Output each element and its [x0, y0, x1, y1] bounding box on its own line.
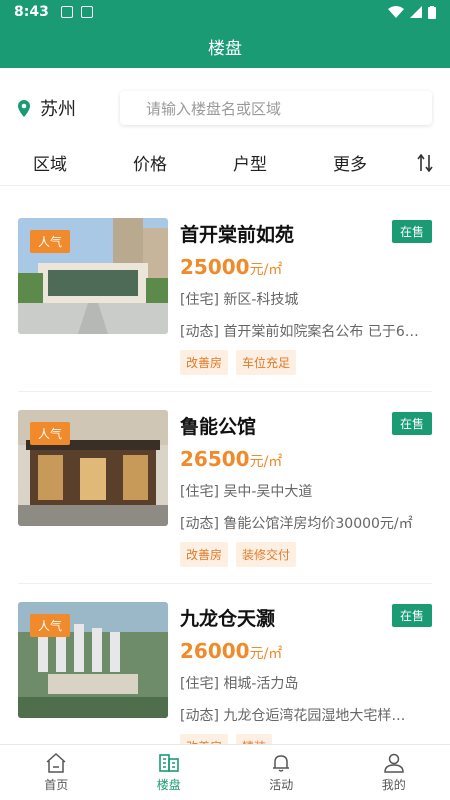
listing-news: [动态] 鲁能公馆洋房均价30000元/㎡ — [180, 516, 413, 532]
bell-icon — [273, 754, 290, 772]
city-name: 苏州 — [40, 99, 76, 120]
battery-icon — [428, 5, 436, 19]
price-value: 26500 — [180, 447, 250, 471]
listing-photo: 人气 — [18, 410, 168, 526]
nav-buildings-label: 楼盘 — [156, 777, 181, 792]
listing-card[interactable]: 人气 九龙仓天灏 在售 26000元/㎡ [住宅] 相城-活力岛 [动态] 九龙… — [18, 584, 432, 744]
nav-activities[interactable]: 活动 — [225, 745, 338, 800]
feature-tag: 车位充足 — [236, 350, 297, 375]
listing-price: 26000元/㎡ — [180, 639, 282, 663]
nav-home-label: 首页 — [44, 777, 69, 792]
listing-type-area: [住宅] 新区-科技城 — [180, 292, 299, 308]
listing-type-area: [住宅] 吴中-吴中大道 — [180, 484, 313, 500]
feature-tag: 改善房 — [180, 542, 229, 567]
listing-card[interactable]: 人气 首开棠前如苑 在售 25000元/㎡ [住宅] 新区-科技城 [动态] 首… — [18, 200, 432, 392]
listing-tags: 改善房 精装 — [180, 734, 273, 744]
listing-news: [动态] 九龙仓逅湾花园湿地大宅样… — [180, 708, 406, 724]
nav-home[interactable]: 首页 — [0, 745, 113, 800]
listing-photo: 人气 — [18, 602, 168, 718]
city-selector[interactable]: 苏州 — [18, 95, 106, 121]
feature-tag: 改善房 — [180, 350, 229, 375]
sale-status-badge: 在售 — [391, 220, 432, 243]
listing-photo: 人气 — [18, 218, 168, 334]
building-list-icon — [158, 753, 179, 772]
listing-name: 鲁能公馆 — [180, 416, 257, 438]
price-value: 26000 — [180, 639, 250, 663]
listing-tags: 改善房 车位充足 — [180, 350, 297, 375]
sort-arrows-icon — [417, 153, 433, 172]
signal-icon — [410, 6, 422, 18]
filter-more[interactable]: 更多 — [300, 150, 400, 175]
location-pin-icon — [18, 99, 30, 117]
home-icon — [46, 752, 66, 773]
filter-region[interactable]: 区域 — [0, 150, 100, 175]
filter-price[interactable]: 价格 — [100, 150, 200, 175]
listing-news: [动态] 首开棠前如院案名公布 已于6… — [180, 324, 419, 340]
page-title: 楼盘 — [208, 38, 242, 59]
price-value: 25000 — [180, 255, 250, 279]
price-unit: 元/㎡ — [249, 646, 283, 662]
app-notification-icon — [80, 6, 93, 18]
sale-status-badge: 在售 — [391, 604, 432, 627]
user-icon — [383, 753, 404, 773]
popular-badge: 人气 — [30, 230, 71, 253]
bottom-navigation: 首页 楼盘 活动 我的 — [0, 744, 450, 800]
listing-tags: 改善房 装修交付 — [180, 542, 297, 567]
popular-badge: 人气 — [30, 614, 71, 637]
nav-activities-label: 活动 — [269, 777, 294, 792]
listing-card[interactable]: 人气 鲁能公馆 在售 26500元/㎡ [住宅] 吴中-吴中大道 [动态] 鲁能… — [18, 392, 432, 584]
nav-profile[interactable]: 我的 — [338, 745, 450, 800]
status-time: 8:43 — [14, 4, 49, 20]
listing-price: 25000元/㎡ — [180, 255, 282, 279]
search-row: 苏州 请输入楼盘名或区域 — [0, 68, 450, 148]
nav-buildings[interactable]: 楼盘 — [113, 745, 226, 800]
filter-layout[interactable]: 户型 — [200, 150, 300, 175]
feature-tag: 精装 — [236, 734, 273, 744]
price-unit: 元/㎡ — [249, 262, 283, 278]
listing-name: 首开棠前如苑 — [180, 224, 295, 246]
price-unit: 元/㎡ — [249, 454, 283, 470]
status-bar: 8:43 — [0, 0, 450, 24]
wifi-icon — [388, 6, 404, 18]
popular-badge: 人气 — [30, 422, 71, 445]
search-placeholder: 请输入楼盘名或区域 — [146, 99, 282, 118]
listing-list: 人气 首开棠前如苑 在售 25000元/㎡ [住宅] 新区-科技城 [动态] 首… — [0, 200, 450, 744]
page-title-bar: 楼盘 — [0, 24, 450, 68]
feature-tag: 装修交付 — [236, 542, 297, 567]
sale-status-badge: 在售 — [391, 412, 432, 435]
search-input[interactable]: 请输入楼盘名或区域 — [120, 91, 432, 125]
listing-type-area: [住宅] 相城-活力岛 — [180, 676, 299, 692]
listing-name: 九龙仓天灏 — [180, 608, 276, 630]
gallery-notification-icon — [60, 6, 73, 18]
app-screen: 8:43 楼盘 苏州 请输入楼盘名或区域 区域 价格 户型 更多 人气 首开棠前… — [0, 0, 450, 800]
sort-button[interactable] — [400, 153, 450, 172]
listing-price: 26500元/㎡ — [180, 447, 282, 471]
filter-bar: 区域 价格 户型 更多 — [0, 140, 450, 186]
feature-tag: 改善房 — [180, 734, 229, 744]
nav-profile-label: 我的 — [381, 777, 406, 792]
